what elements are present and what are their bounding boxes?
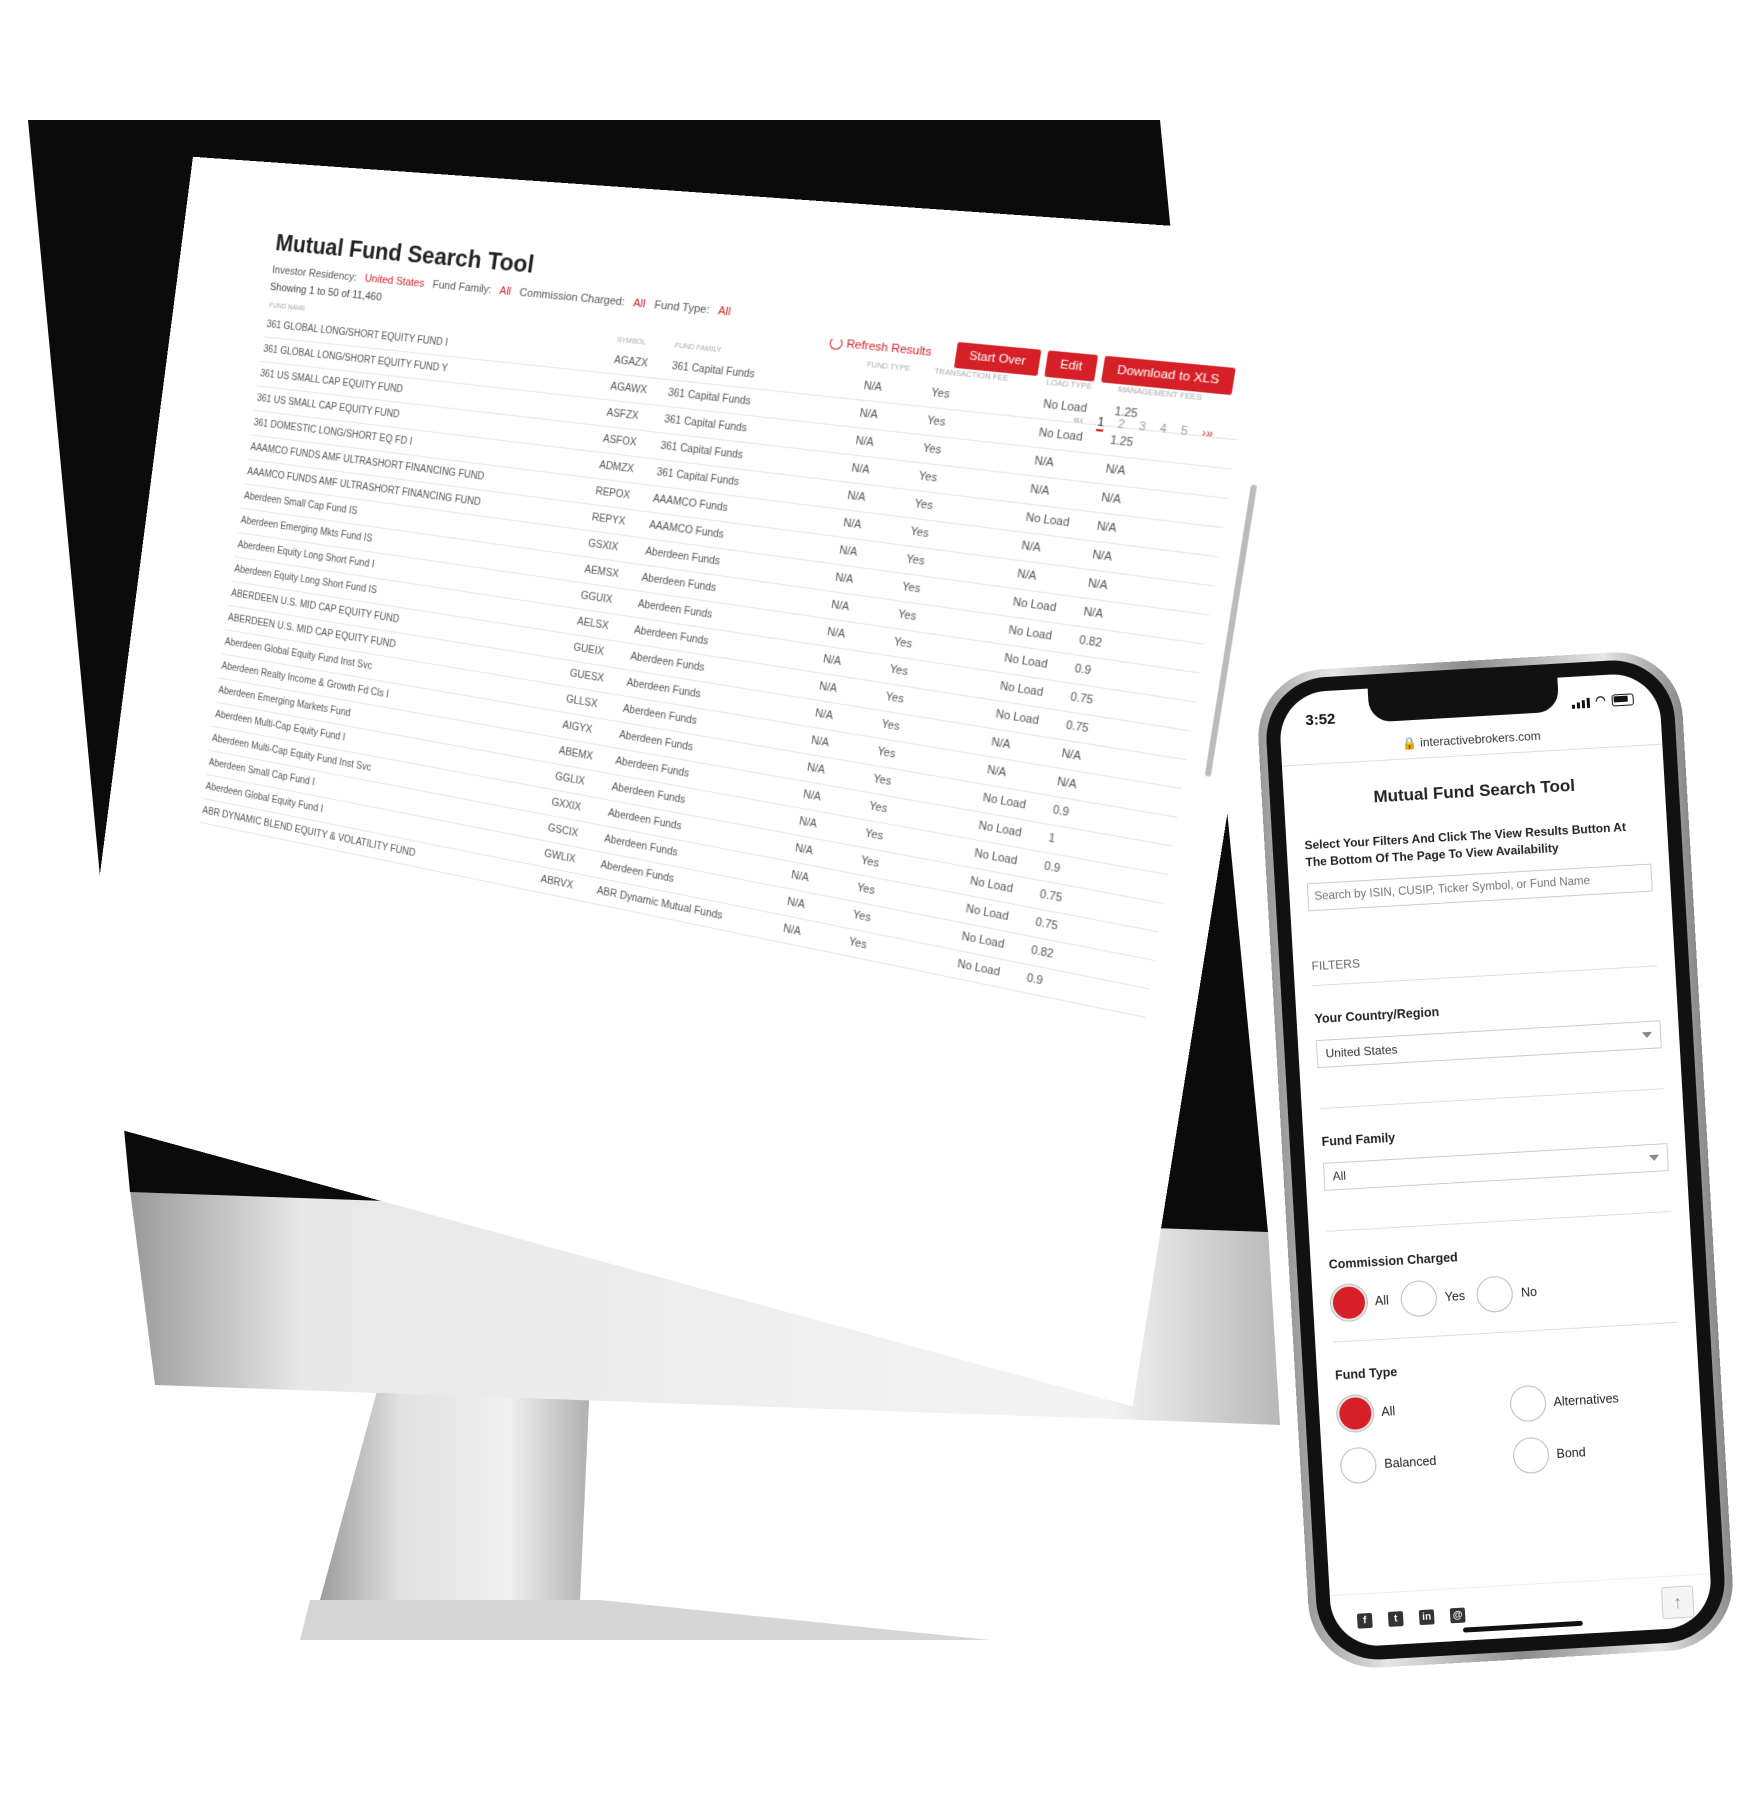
radio-label: Alternatives xyxy=(1553,1390,1620,1409)
radio-selected[interactable] xyxy=(1336,1394,1375,1433)
radio-label: Bond xyxy=(1556,1444,1587,1461)
linkedin-icon[interactable]: in xyxy=(1418,1608,1435,1625)
signal-icon xyxy=(1571,697,1590,709)
radio-unselected[interactable] xyxy=(1511,1436,1550,1475)
battery-icon xyxy=(1611,693,1635,707)
refresh-icon xyxy=(828,336,844,351)
refresh-label: Refresh Results xyxy=(845,338,933,359)
facebook-icon[interactable]: f xyxy=(1356,1612,1373,1629)
pager-page-4[interactable]: 4 xyxy=(1158,423,1168,438)
fund-type-option-alternatives[interactable]: Alternatives xyxy=(1508,1376,1683,1423)
type-value[interactable]: All xyxy=(717,305,731,319)
radio-unselected[interactable] xyxy=(1476,1274,1515,1313)
radio-label: Yes xyxy=(1444,1288,1466,1304)
radio-unselected[interactable] xyxy=(1339,1445,1378,1485)
fund-results-table: Fund Name Symbol Fund Family Fund Type T… xyxy=(199,298,1244,1018)
country-select[interactable]: United States xyxy=(1315,1019,1662,1068)
commission-label: Commission Charged xyxy=(1328,1249,1459,1272)
arrow-up-icon[interactable]: ↑ xyxy=(1660,1585,1695,1620)
chevron-down-icon xyxy=(1641,1031,1653,1038)
twitter-icon[interactable]: t xyxy=(1387,1610,1404,1627)
desktop-monitor: Mutual Fund Search Tool Investor Residen… xyxy=(0,0,1330,1680)
radio-label: All xyxy=(1380,1403,1396,1419)
chevron-down-icon xyxy=(1648,1154,1660,1161)
lock-icon: 🔒 xyxy=(1401,735,1418,751)
radio-label: Balanced xyxy=(1383,1453,1437,1471)
country-select-value: United States xyxy=(1325,1042,1398,1061)
commission-option-no[interactable]: No xyxy=(1476,1273,1538,1313)
divider xyxy=(1326,1210,1672,1232)
status-icons: ◠ xyxy=(1571,691,1635,709)
email-icon[interactable]: @ xyxy=(1449,1607,1466,1623)
radio-unselected[interactable] xyxy=(1399,1279,1438,1318)
fund-type-radio-group: All Alternatives Balanced Bond xyxy=(1336,1376,1686,1485)
fund-family-label: Fund Family xyxy=(1321,1130,1396,1149)
fund-type-option-bond[interactable]: Bond xyxy=(1511,1428,1686,1475)
mobile-phone: 3:52 ◠ 🔒 interactivebrokers.com Mutual F… xyxy=(1254,648,1737,1672)
refresh-results-link[interactable]: Refresh Results xyxy=(828,336,932,359)
pager-page-1[interactable]: 1 xyxy=(1096,416,1105,432)
family-label: Fund Family: xyxy=(431,278,493,297)
filters-heading: FILTERS xyxy=(1311,939,1658,986)
radio-label: All xyxy=(1374,1292,1390,1308)
commission-option-all[interactable]: All xyxy=(1329,1282,1390,1322)
commission-radio-group: All Yes No xyxy=(1329,1265,1677,1322)
residency-value[interactable]: United States xyxy=(364,273,425,290)
divider xyxy=(1319,1087,1665,1109)
pager-page-5[interactable]: 5 xyxy=(1179,425,1189,440)
fund-family-select[interactable]: All xyxy=(1322,1142,1669,1191)
edit-button[interactable]: Edit xyxy=(1044,350,1099,382)
fund-type-label: Fund Type xyxy=(1334,1364,1398,1383)
type-label: Fund Type: xyxy=(653,299,711,317)
phone-screen: 3:52 ◠ 🔒 interactivebrokers.com Mutual F… xyxy=(1277,671,1714,1649)
commission-value[interactable]: All xyxy=(632,297,646,310)
instructions-text: Select Your Filters And Click The View R… xyxy=(1304,819,1627,870)
pager-prev[interactable]: «‹ xyxy=(1072,414,1084,429)
family-value[interactable]: All xyxy=(499,285,512,298)
commission-label: Commission Charged: xyxy=(518,286,626,309)
pager-next[interactable]: ›» xyxy=(1201,428,1214,444)
fund-type-option-all[interactable]: All xyxy=(1336,1386,1510,1433)
status-time: 3:52 xyxy=(1304,710,1336,730)
mobile-page-title: Mutual Fund Search Tool xyxy=(1372,775,1576,807)
pager-page-3[interactable]: 3 xyxy=(1138,421,1147,436)
commission-option-yes[interactable]: Yes xyxy=(1399,1278,1466,1318)
divider xyxy=(1333,1321,1678,1343)
country-label: Your Country/Region xyxy=(1314,1004,1440,1026)
radio-unselected[interactable] xyxy=(1508,1384,1547,1423)
residency-label: Investor Residency: xyxy=(271,264,358,284)
radio-label: No xyxy=(1520,1284,1538,1300)
wifi-icon: ◠ xyxy=(1594,692,1607,708)
phone-content: Mutual Fund Search Tool Select Your Filt… xyxy=(1283,771,1703,1485)
pager-page-2[interactable]: 2 xyxy=(1117,419,1125,434)
radio-selected[interactable] xyxy=(1329,1283,1368,1322)
fund-type-option-balanced[interactable]: Balanced xyxy=(1339,1438,1513,1485)
fund-family-select-value: All xyxy=(1332,1168,1347,1183)
fund-search-input[interactable] xyxy=(1306,863,1653,911)
